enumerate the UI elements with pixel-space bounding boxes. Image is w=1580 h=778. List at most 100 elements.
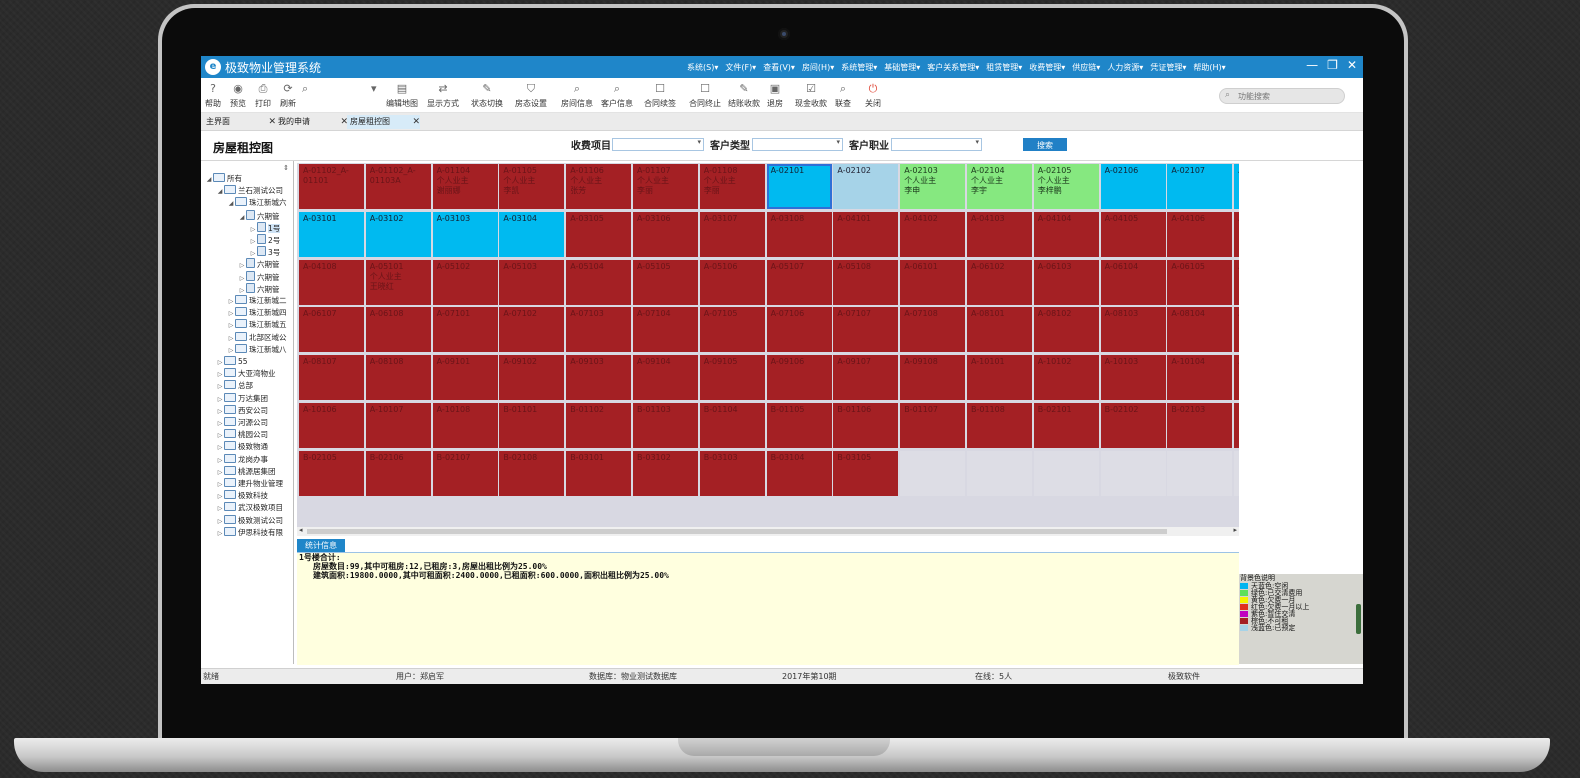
room-cell[interactable]: A-10103 [1100, 355, 1166, 401]
toolbar-button-eye[interactable]: ◉ 预览 [230, 82, 246, 109]
tree-node[interactable]: ▷ 桃园公司 [216, 429, 268, 441]
tree-node[interactable]: ▷ 伊思科技有限 [216, 526, 283, 540]
room-cell[interactable]: A-02102 [833, 164, 899, 209]
close-window-button[interactable]: ✕ [1347, 58, 1357, 72]
room-cell[interactable]: B-01107 [900, 403, 966, 448]
room-cell[interactable] [1100, 450, 1166, 496]
room-cell[interactable]: B-01106 [833, 403, 899, 448]
toolbar-button-contract-renew[interactable]: ☐ 合同续签 [644, 82, 676, 109]
room-cell[interactable]: A-01102_A-01101 [299, 164, 364, 209]
room-cell[interactable]: B-02107 [432, 450, 498, 496]
tree-node[interactable]: ◢ 兰石测试公司 [216, 185, 283, 197]
room-cell[interactable]: A-09107 [833, 355, 899, 401]
room-cell[interactable]: A-01107 个人业主 李丽 [633, 164, 698, 209]
close-icon[interactable]: ✕ [412, 115, 420, 129]
tree-node[interactable]: ▷ 桃源居集团 [216, 465, 276, 478]
room-cell[interactable]: A-05102 [432, 259, 498, 305]
expand-icon[interactable]: ▷ [227, 345, 235, 357]
customer-occupation-select[interactable]: ▾ [891, 138, 982, 151]
room-cell[interactable]: A-06101 [900, 259, 966, 305]
tree-node[interactable]: ▷ 万达集团 [216, 392, 268, 406]
room-cell[interactable]: A-08104 [1167, 307, 1233, 353]
room-cell[interactable]: A-10102 [1033, 355, 1099, 401]
tree-node[interactable]: ▷ 六期管 [238, 282, 280, 295]
room-cell[interactable]: A-06103 [1033, 259, 1099, 305]
function-search-input[interactable] [1238, 90, 1338, 102]
room-cell[interactable]: B-03101 [566, 450, 632, 496]
expand-icon[interactable]: ▷ [216, 491, 224, 503]
tree-node[interactable]: ▷ 2号 [249, 234, 280, 246]
room-cell[interactable]: B-02103 [1167, 403, 1233, 448]
room-cell[interactable] [967, 450, 1032, 496]
room-cell[interactable]: A-09104 [633, 355, 698, 401]
room-cell[interactable]: A-10101 [967, 355, 1032, 401]
room-cell[interactable]: A-04104 [1033, 211, 1099, 257]
room-cell[interactable]: A-04103 [967, 211, 1032, 257]
menu-item[interactable]: 系统(S)▾ [687, 62, 718, 73]
room-cell[interactable]: A-04106 [1167, 211, 1233, 257]
toolbar-button-edit-map[interactable]: ▤ 编辑地图 [386, 82, 418, 109]
room-cell[interactable]: A-02105 个人业主 李梓鹏 [1033, 164, 1099, 209]
room-cell[interactable]: A-01105 个人业主 李凯 [499, 164, 565, 209]
menu-item[interactable]: 文件(F)▾ [725, 62, 756, 73]
menu-item[interactable]: 收费管理▾ [1029, 62, 1065, 73]
room-cell[interactable]: A-03108 [766, 211, 832, 257]
room-cell[interactable]: A-05106 [699, 259, 765, 305]
expand-icon[interactable]: ▷ [227, 333, 235, 345]
menu-item[interactable]: 系统管理▾ [841, 62, 877, 73]
scroll-right-icon[interactable]: ▸ [1233, 526, 1237, 534]
collapse-icon[interactable]: ◢ [227, 198, 235, 210]
tree-node[interactable]: ▷ 珠江新城四 [227, 307, 287, 319]
customer-type-select[interactable]: ▾ [752, 138, 843, 151]
room-cell[interactable]: A [1234, 259, 1239, 305]
tree-node[interactable]: ▷ 珠江新城八 [227, 343, 287, 357]
expand-icon[interactable]: ▷ [216, 394, 224, 406]
minimize-button[interactable]: — [1306, 58, 1318, 72]
room-cell[interactable]: A-03105 [566, 211, 632, 257]
room-cell[interactable]: A [1234, 164, 1239, 209]
toolbar-button-checkout-room[interactable]: ▣ 退房 [767, 82, 783, 109]
room-cell[interactable]: B-03105 [833, 450, 899, 496]
expand-icon[interactable]: ▷ [216, 516, 224, 528]
tree-node[interactable]: ▷ 河源公司 [216, 417, 268, 429]
room-cell[interactable]: A-03103 [432, 211, 498, 257]
room-cell[interactable]: A-05108 [833, 259, 899, 305]
expand-icon[interactable]: ▷ [216, 528, 224, 540]
room-cell[interactable] [1033, 450, 1099, 496]
pin-icon[interactable]: ⇕ [283, 164, 289, 172]
tree-node[interactable]: ▷ 珠江新城二 [227, 295, 287, 307]
toolbar-button-status-switch[interactable]: ✎ 状态切换 [471, 82, 503, 109]
room-cell[interactable]: A-08101 [967, 307, 1032, 353]
room-cell[interactable]: B-01104 [699, 403, 765, 448]
expand-icon[interactable]: ▷ [227, 308, 235, 320]
room-cell[interactable] [1234, 450, 1239, 496]
tree-node[interactable]: ▷ 3号 [249, 246, 280, 258]
room-cell[interactable]: B-03102 [633, 450, 698, 496]
room-cell[interactable]: A-07101 [432, 307, 498, 353]
room-cell[interactable]: A-01108 个人业主 李丽 [699, 164, 765, 209]
room-cell[interactable]: A-09101 [432, 355, 498, 401]
room-cell[interactable]: A-07103 [566, 307, 632, 353]
room-cell[interactable]: B-02108 [499, 450, 565, 496]
horizontal-scrollbar[interactable]: ◂ ▸ [297, 526, 1239, 536]
tab-statistics[interactable]: 统计信息 [297, 539, 345, 552]
room-cell[interactable]: A-10107 [365, 403, 431, 448]
room-cell[interactable]: A-09106 [766, 355, 832, 401]
tree-node[interactable]: ◢ 珠江新城六 [227, 197, 287, 209]
room-cell[interactable] [1167, 450, 1233, 496]
tree-node[interactable]: ▷ 珠江新城五 [227, 319, 287, 331]
tree-node[interactable]: ◢ 所有 [205, 173, 242, 185]
expand-icon[interactable]: ▷ [227, 320, 235, 332]
tree-node[interactable]: ▷ 龙岗办事 [216, 453, 268, 466]
room-cell[interactable]: A-04105 [1100, 211, 1166, 257]
tree-node[interactable]: ▷ 武汉极致项目 [216, 502, 283, 514]
room-cell[interactable]: B-01101 [499, 403, 565, 448]
menu-item[interactable]: 帮助(H)▾ [1193, 62, 1225, 73]
tree-node[interactable]: ▷ 极致物通 [216, 441, 268, 453]
room-cell[interactable]: A-06108 [365, 307, 431, 353]
toolbar-button-refresh[interactable]: ⟳ 刷新 [280, 82, 296, 109]
room-cell[interactable]: B-03103 [699, 450, 765, 496]
tab-my-applications[interactable]: 我的申请 ✕ [275, 115, 348, 129]
room-cell[interactable]: A-02103 个人业主 李申 [900, 164, 966, 209]
room-cell[interactable]: A-07108 [900, 307, 966, 353]
